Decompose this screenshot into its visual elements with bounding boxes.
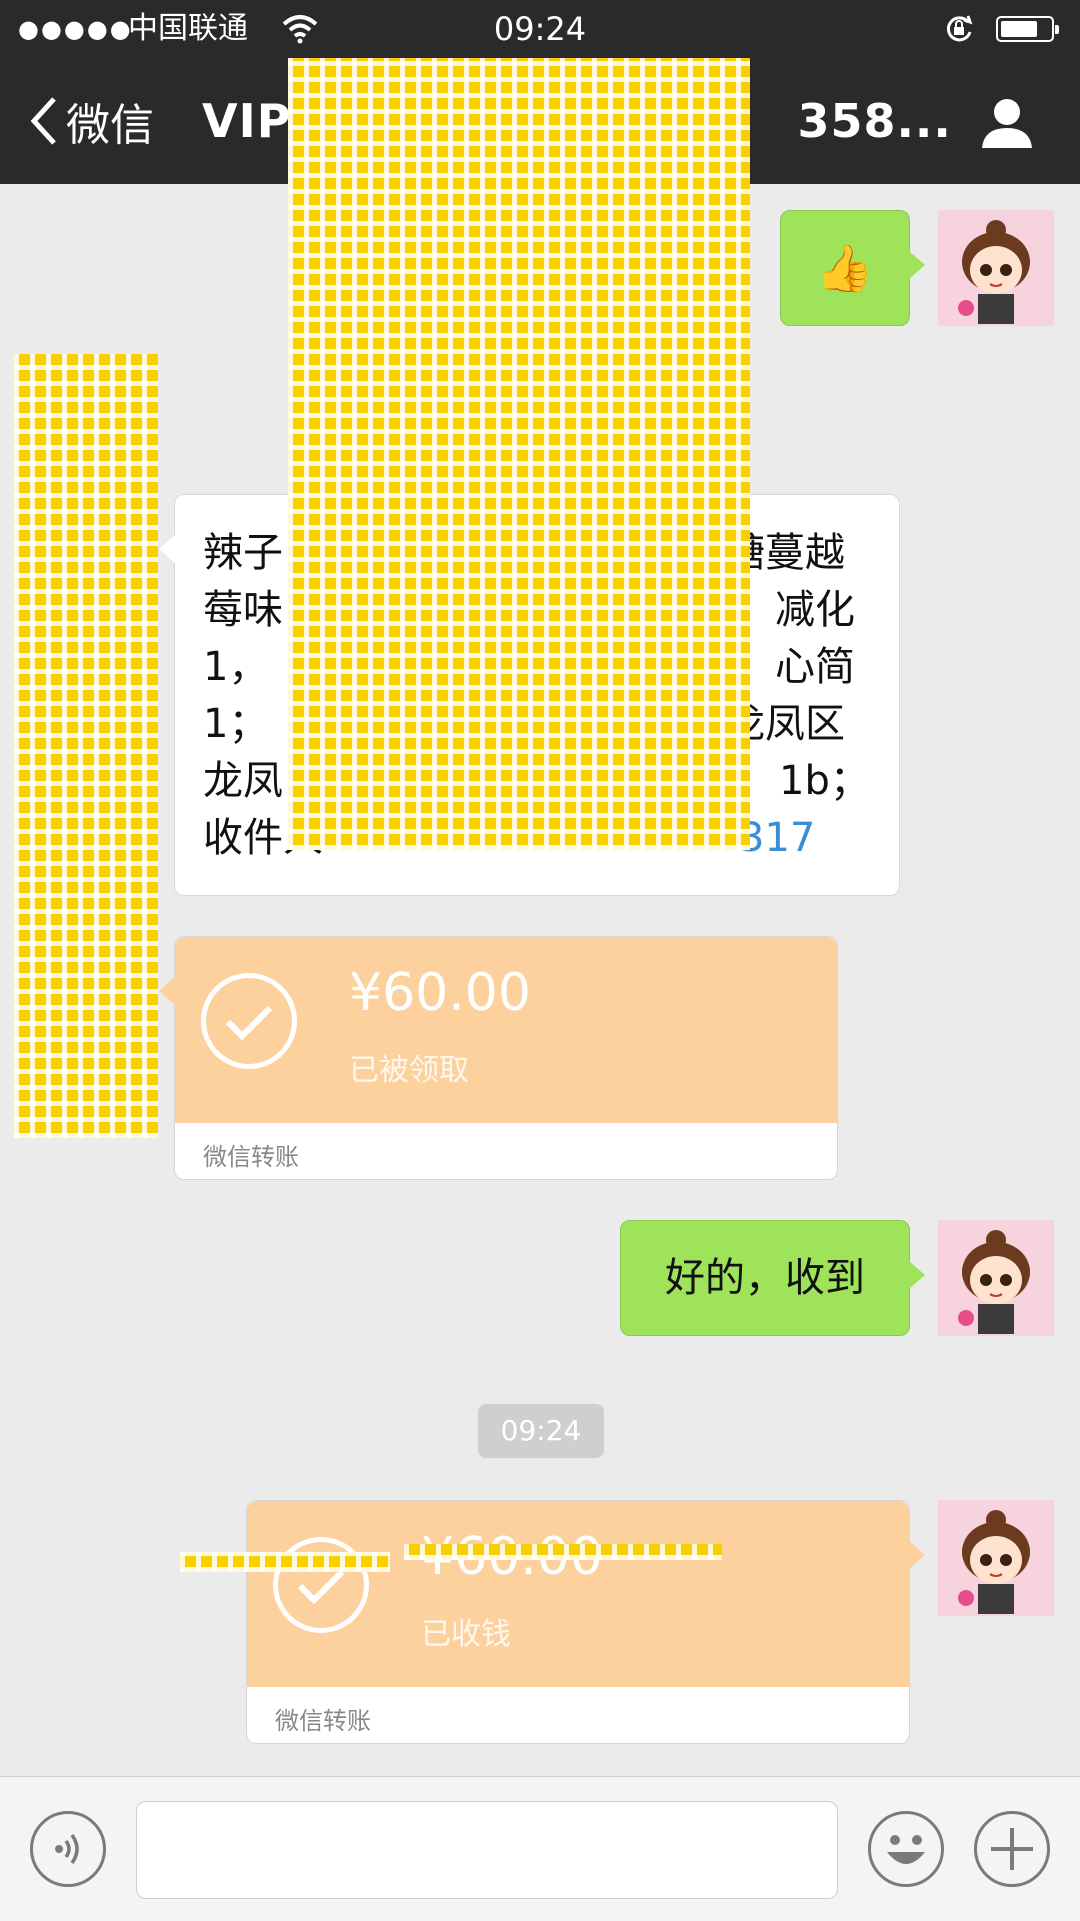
- reply-text: 好的，收到: [665, 1255, 865, 1301]
- check-circle-icon: [201, 973, 297, 1069]
- address-fragment-2: 减化: [775, 587, 855, 633]
- redaction-mosaic-avatar: [14, 354, 158, 1138]
- message-bubble-thumbs[interactable]: 👍: [780, 210, 925, 326]
- transfer-status: 已收钱: [421, 1617, 511, 1652]
- redaction-mosaic-large: [288, 58, 750, 850]
- address-fragment-3: 心简: [775, 644, 855, 690]
- voice-icon: [55, 1833, 79, 1865]
- transfer-card-received[interactable]: ¥60.00 已被领取 微信转账: [159, 936, 838, 1180]
- rotation-lock-icon: [946, 15, 973, 42]
- thumbs-up-emoji: 👍: [816, 241, 874, 295]
- back-button[interactable]: 微信: [28, 58, 154, 184]
- address-fragment-5: 1b；: [779, 758, 870, 804]
- plus-icon: [991, 1828, 1033, 1870]
- message-bubble-reply[interactable]: 好的，收到: [620, 1220, 925, 1336]
- user-icon[interactable]: [980, 96, 1034, 150]
- my-avatar[interactable]: [938, 1220, 1054, 1336]
- voice-button[interactable]: [30, 1811, 106, 1887]
- transfer-amount: ¥60.00: [349, 963, 531, 1023]
- redaction-mosaic-strip: [404, 1544, 722, 1560]
- chat-title-start: VIP: [202, 94, 292, 148]
- status-bar: ●●●●● 中国联通 09:24: [0, 0, 1080, 58]
- message-input[interactable]: [136, 1801, 838, 1899]
- back-label: 微信: [66, 100, 154, 151]
- status-time: 09:24: [493, 10, 587, 48]
- battery-icon: [996, 16, 1059, 42]
- back-chevron-icon: [30, 97, 56, 145]
- transfer-card-collected[interactable]: ¥60.00 已收钱 微信转账: [246, 1500, 925, 1744]
- emoji-button[interactable]: [868, 1811, 944, 1887]
- phone-link[interactable]: 317: [739, 810, 891, 867]
- my-avatar[interactable]: [938, 1500, 1054, 1616]
- chat-title-end: 358...: [797, 94, 952, 148]
- redaction-mosaic-strip: [180, 1552, 390, 1572]
- transfer-status: 已被领取: [349, 1053, 469, 1088]
- plus-button[interactable]: [974, 1811, 1050, 1887]
- transfer-footer: 微信转账: [203, 1143, 299, 1171]
- my-avatar[interactable]: [938, 210, 1054, 326]
- input-toolbar: [0, 1776, 1080, 1921]
- chat-timestamp: 09:24: [478, 1404, 604, 1458]
- transfer-footer: 微信转账: [275, 1707, 371, 1735]
- emoji-icon: [887, 1835, 925, 1864]
